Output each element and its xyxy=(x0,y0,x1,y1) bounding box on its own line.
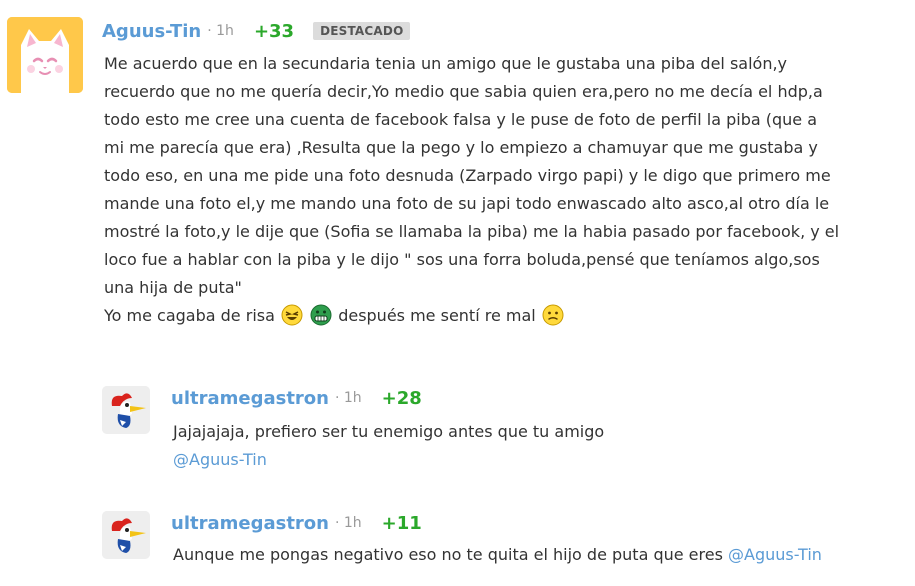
comment-line: todo esto me cree una cuenta de facebook… xyxy=(104,110,818,129)
reply-score: +11 xyxy=(381,512,422,534)
woodpecker-avatar-icon xyxy=(102,386,150,434)
comment-line: mi me parecía que era) ,Resulta que la p… xyxy=(104,138,818,157)
reply-time[interactable]: · 1h xyxy=(335,390,362,406)
featured-badge: DESTACADO xyxy=(313,22,411,40)
avatar[interactable] xyxy=(102,511,150,559)
laughing-emoji-icon xyxy=(281,304,303,326)
user-mention-link[interactable]: @Aguus-Tin xyxy=(728,545,822,564)
reply-username[interactable]: ultramegastron xyxy=(171,388,329,409)
comment-line: todo eso, en una me pide una foto desnud… xyxy=(104,166,831,185)
comment-line-part: Yo me cagaba de risa xyxy=(104,306,275,325)
cat-avatar-icon xyxy=(7,17,83,93)
worried-emoji-icon xyxy=(542,304,564,326)
user-mention-link[interactable]: @Aguus-Tin xyxy=(173,446,604,474)
reply-score: +28 xyxy=(381,387,422,409)
comment-score: +33 xyxy=(253,20,295,42)
reply-username[interactable]: ultramegastron xyxy=(171,513,329,534)
comment-line: Me acuerdo que en la secundaria tenia un… xyxy=(104,54,788,73)
reply-header: ultramegastron · 1h +11 xyxy=(171,510,422,536)
comment-line: recuerdo que no me quería decir,Yo medio… xyxy=(104,82,823,101)
reply-time[interactable]: · 1h xyxy=(335,515,362,531)
comment-time[interactable]: · 1h xyxy=(207,23,234,39)
comment-line: loco fue a hablar con la piba y le dijo … xyxy=(104,250,820,269)
comment-line: mostré la foto,y le dije que (Sofia se l… xyxy=(104,222,840,241)
reply-header: ultramegastron · 1h +28 xyxy=(171,385,422,411)
reply-text: Aunque me pongas negativo eso no te quit… xyxy=(173,545,729,564)
reply-body: Aunque me pongas negativo eso no te quit… xyxy=(173,541,822,569)
reply-body: Jajajajaja, prefiero ser tu enemigo ante… xyxy=(173,418,604,474)
grinning-emoji-icon xyxy=(310,304,332,326)
comment-username[interactable]: Aguus-Tin xyxy=(102,21,201,42)
woodpecker-avatar-icon xyxy=(102,511,150,559)
comment-line: mande una foto el,y me mando una foto de… xyxy=(104,194,830,213)
reply-line: Jajajajaja, prefiero ser tu enemigo ante… xyxy=(173,422,605,441)
reply-line: Aunque me pongas negativo eso no te quit… xyxy=(173,541,822,569)
comment-last-line: Yo me cagaba de risa después me sentí re… xyxy=(104,302,839,330)
comment-line: una hija de puta" xyxy=(104,278,242,297)
comment-line-part: después me sentí re mal xyxy=(338,306,536,325)
avatar[interactable] xyxy=(102,386,150,434)
comment-body: Me acuerdo que en la secundaria tenia un… xyxy=(104,50,839,330)
avatar[interactable] xyxy=(7,17,83,93)
comment-header: Aguus-Tin · 1h +33 DESTACADO xyxy=(102,18,411,44)
